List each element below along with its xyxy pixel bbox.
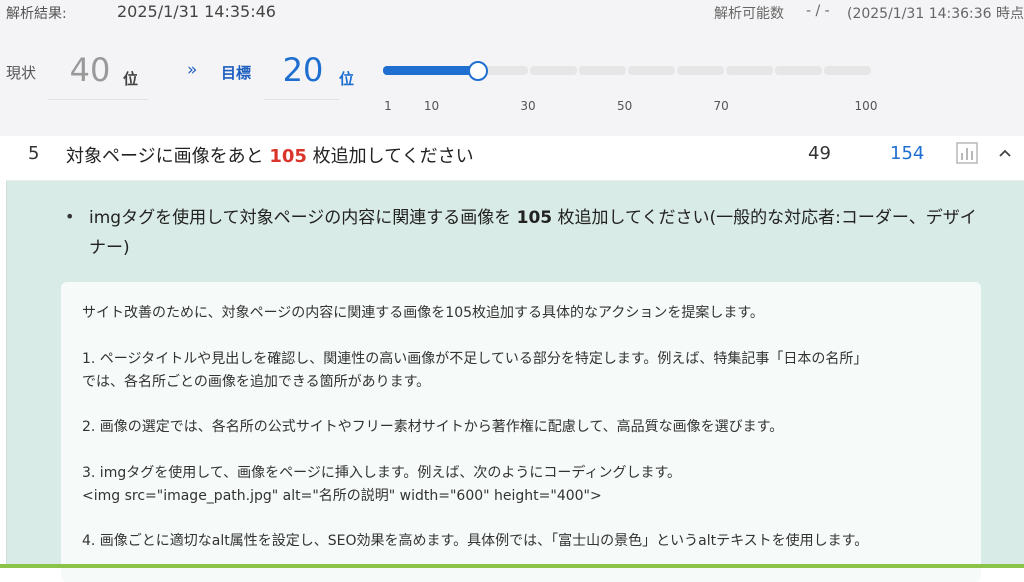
action-text-prefix: imgタグを使用して対象ページの内容に関連する画像を (89, 208, 517, 228)
suggestion-step3-code: <img src="image_path.jpg" alt="名所の説明" wi… (82, 488, 602, 504)
slider-segment (677, 66, 724, 75)
bar-chart-icon[interactable] (955, 141, 979, 165)
row-title-prefix: 対象ページに画像をあと (66, 146, 270, 167)
row-count-link[interactable]: 154 (890, 143, 924, 164)
slider-tick-label: 30 (520, 99, 536, 113)
suggestion-step1-line1: 1. ページタイトルや見出しを確認し、関連性の高い画像が不足している部分を特定し… (82, 351, 868, 367)
slider-tick-label: 1 (384, 99, 392, 113)
row-title: 対象ページに画像をあと 105 枚追加してください (66, 142, 474, 168)
slider-segment (481, 66, 528, 75)
available-count-timestamp: (2025/1/31 14:36:36 時点 (847, 6, 1024, 22)
slider-tick-label: 10 (423, 99, 440, 113)
slider-tick-label: 50 (616, 99, 633, 113)
improvement-row[interactable]: 5 対象ページに画像をあと 105 枚追加してください 49 154 (6, 136, 1024, 181)
suggestion-step4: 4. 画像ごとに適切なalt属性を設定し、SEO効果を高めます。具体例では、「富… (82, 533, 869, 549)
suggestion-step3-line1: 3. imgタグを使用して、画像をページに挿入します。例えば、次のようにコーディ… (82, 465, 682, 481)
current-rank-underline (48, 99, 148, 100)
slider-segment (726, 66, 773, 75)
bullet-marker: • (65, 207, 75, 226)
available-count-value: - / - (806, 3, 830, 19)
suggestion-step2: 2. 画像の選定では、各名所の公式サイトやフリー素材サイトから著作権に配慮して、… (82, 419, 784, 435)
slider-fill (383, 66, 477, 75)
row-title-suffix: 枚追加してください (306, 146, 474, 167)
suggestion-intro: サイト改善のために、対象ページの内容に関連する画像を105枚追加する具体的なアク… (82, 305, 764, 321)
analysis-result-label: 解析結果: (6, 6, 67, 22)
slider-handle[interactable] (467, 61, 488, 81)
chevron-up-icon[interactable] (997, 141, 1013, 165)
analysis-timestamp: 2025/1/31 14:35:46 (117, 2, 276, 21)
row-number: 5 (28, 143, 40, 164)
target-rank-unit: 位 (339, 70, 355, 88)
target-rank-label: 目標 (221, 64, 252, 82)
row-score: 49 (808, 143, 831, 164)
row-detail-panel: • imgタグを使用して対象ページの内容に関連する画像を 105 枚追加してくだ… (6, 181, 1024, 582)
action-description: imgタグを使用して対象ページの内容に関連する画像を 105 枚追加してください… (89, 203, 989, 263)
target-rank-input[interactable]: 20 (264, 51, 342, 89)
available-count-label: 解析可能数 (714, 6, 784, 22)
suggestion-step1-line2: では、各名所ごとの画像を追加できる箇所があります。 (82, 374, 431, 390)
slider-segment (824, 66, 871, 75)
double-chevron-right-icon: » (187, 60, 198, 80)
target-rank-underline (264, 99, 339, 100)
slider-tick-label: 70 (713, 99, 729, 113)
current-rank-value: 40 (69, 51, 111, 89)
slider-segment (530, 66, 577, 75)
analysis-summary-panel: 解析結果: 2025/1/31 14:35:46 解析可能数 - / - (20… (0, 0, 1024, 136)
slider-tick-label: 100 (854, 99, 878, 113)
ai-suggestion-box: サイト改善のために、対象ページの内容に関連する画像を105枚追加する具体的なアク… (61, 282, 981, 582)
slider-segment (579, 66, 626, 75)
row-title-count: 105 (269, 146, 307, 167)
bottom-accent-bar (0, 564, 1024, 568)
slider-segment (775, 66, 822, 75)
action-count: 105 (516, 208, 553, 228)
slider-segment (628, 66, 675, 75)
current-rank-label: 現状 (6, 64, 37, 82)
target-rank-slider[interactable] (383, 61, 871, 81)
current-rank-unit: 位 (123, 70, 139, 88)
